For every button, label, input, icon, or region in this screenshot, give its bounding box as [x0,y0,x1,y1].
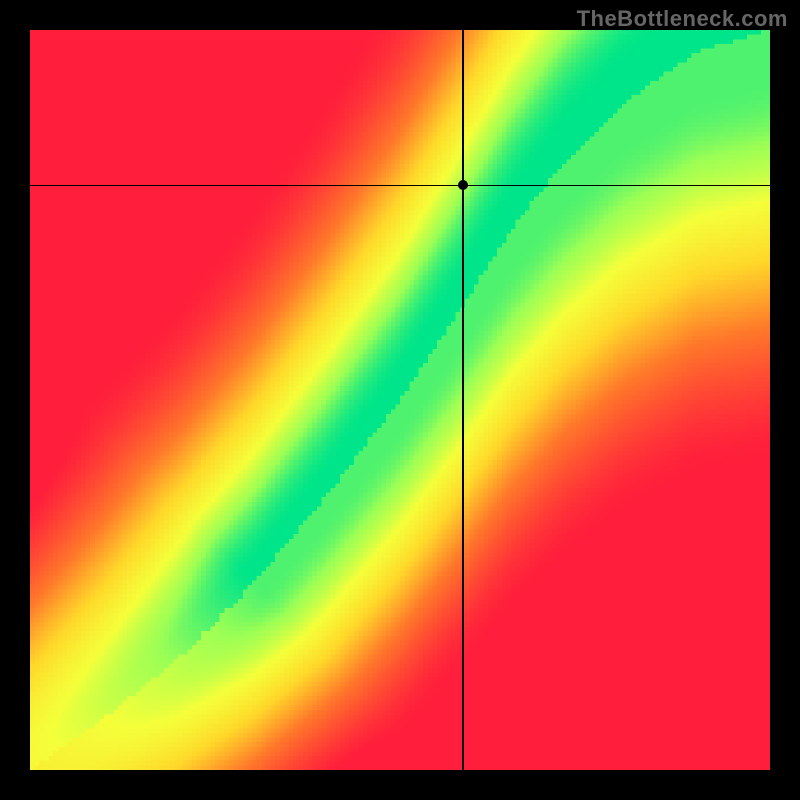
crosshair-horizontal [30,185,770,187]
attribution-label: TheBottleneck.com [577,6,788,32]
chart-container: TheBottleneck.com [0,0,800,800]
selection-marker[interactable] [458,180,468,190]
bottleneck-heatmap [30,30,770,770]
crosshair-vertical [462,30,464,770]
